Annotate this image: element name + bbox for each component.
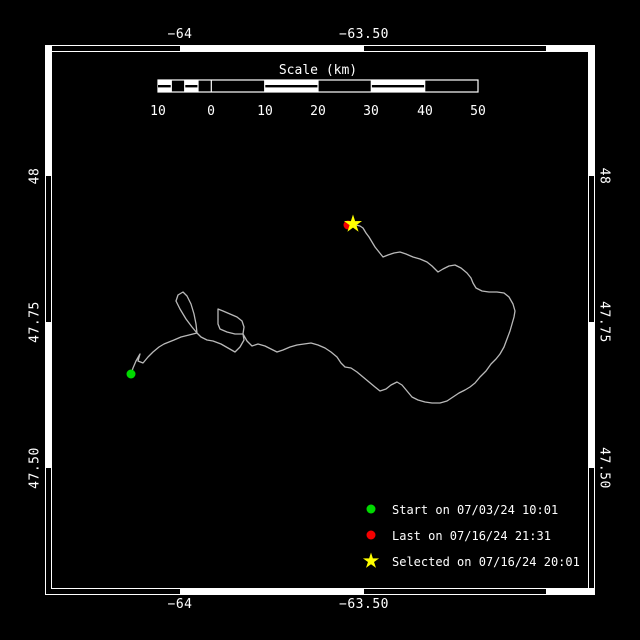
map-plot: −64 −63.50 −64 −63.50 48 47.75 47.50 48 …	[0, 0, 640, 640]
axis-label-top-lon2: −63.50	[339, 27, 389, 42]
frame-zebra-segment	[546, 588, 595, 595]
frame-zebra-segment	[546, 45, 595, 52]
frame-zebra-segment	[588, 322, 595, 468]
start-marker	[126, 369, 136, 379]
scale-bar-stripe	[371, 85, 425, 88]
scale-tick-label: 30	[363, 104, 379, 119]
legend-marker-selected	[362, 552, 380, 568]
legend-marker-start	[366, 504, 376, 514]
frame-zebra-segment	[588, 45, 595, 176]
axis-label-right-lat2: 47.75	[596, 301, 612, 343]
axis-label-top-lon1: −64	[167, 27, 193, 42]
legend-label-selected: Selected on 07/16/24 20:01	[392, 555, 580, 569]
axis-label-left-lat1: 48	[27, 167, 43, 185]
scale-bar-title: Scale (km)	[278, 63, 358, 78]
axis-label-right-lat3: 47.50	[596, 447, 612, 489]
scale-tick-label: 10	[257, 104, 273, 119]
frame-zebra-segment	[180, 588, 364, 595]
scale-tick-label: 10	[150, 104, 166, 119]
axis-label-left-lat3: 47.50	[27, 447, 43, 489]
track-polyline	[130, 224, 516, 404]
scale-bar	[157, 79, 479, 93]
scale-bar-stripe	[184, 85, 198, 88]
scale-tick-label: 20	[310, 104, 326, 119]
legend-label-start: Start on 07/03/24 10:01	[392, 503, 559, 517]
scale-tick-label: 0	[207, 104, 215, 119]
axis-label-left-lat2: 47.75	[27, 301, 43, 343]
frame-zebra-segment	[45, 45, 52, 176]
frame-zebra-segment	[180, 45, 364, 52]
map-canvas	[45, 45, 595, 595]
legend-marker-last	[366, 530, 376, 540]
scale-bar-stripe	[158, 85, 172, 88]
axis-label-right-lat1: 48	[596, 167, 612, 185]
legend-label-last: Last on 07/16/24 21:31	[392, 529, 551, 543]
scale-tick-label: 40	[417, 104, 433, 119]
axis-label-bottom-lon1: −64	[167, 597, 193, 612]
frame-zebra-segment	[45, 322, 52, 468]
scale-bar-stripe	[264, 85, 318, 88]
scale-tick-label: 50	[470, 104, 486, 119]
axis-label-bottom-lon2: −63.50	[339, 597, 389, 612]
